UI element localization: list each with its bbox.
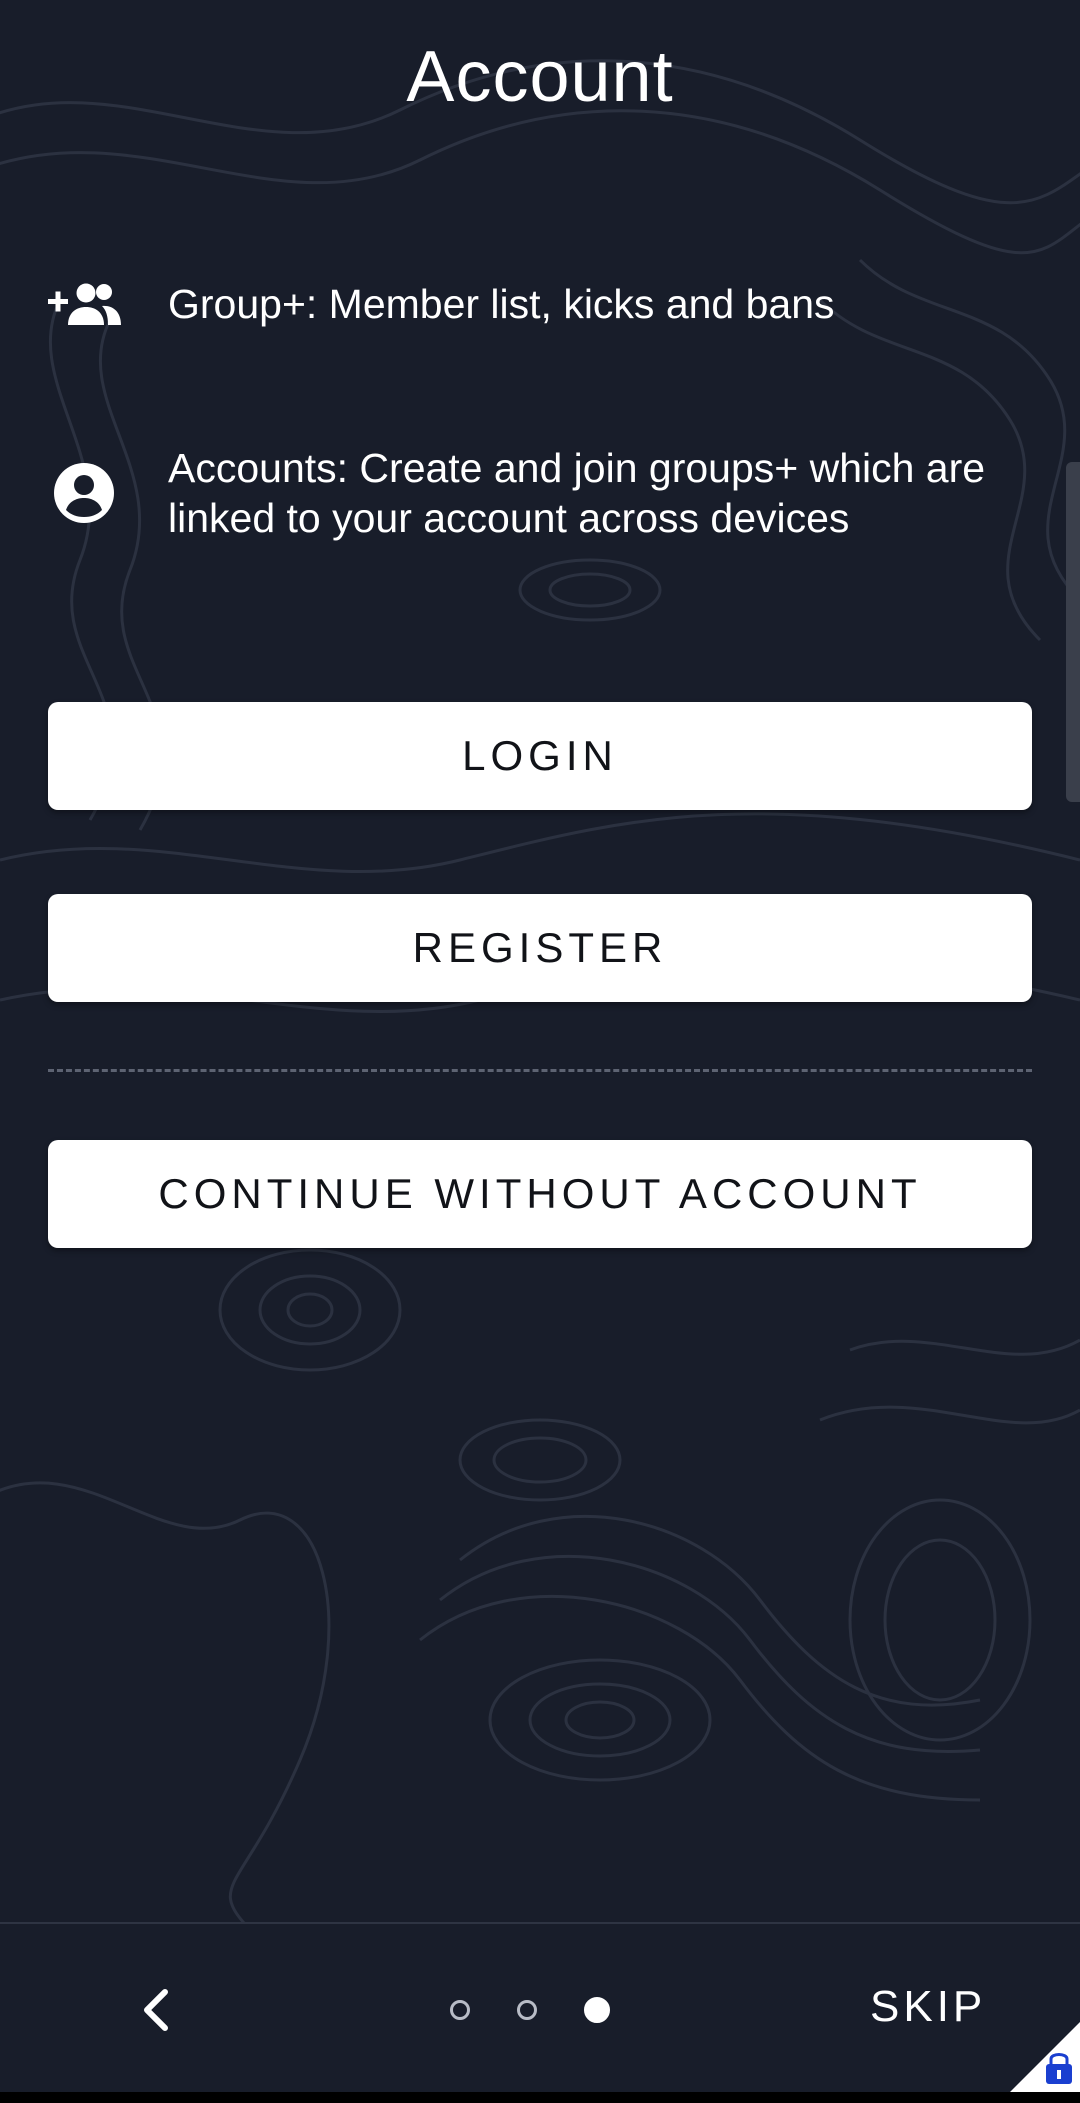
feature-text-accounts: Accounts: Create and join groups+ which … (168, 445, 986, 541)
group-add-icon (46, 266, 122, 342)
feature-row-accounts: Accounts: Create and join groups+ which … (0, 438, 1080, 548)
back-button[interactable] (130, 1984, 182, 2036)
continue-without-account-button[interactable]: CONTINUE WITHOUT ACCOUNT (48, 1140, 1032, 1248)
chevron-left-icon (144, 1989, 168, 2031)
page-indicator (450, 1997, 610, 2023)
register-button[interactable]: REGISTER (48, 894, 1032, 1002)
lock-badge-icon (1010, 2022, 1080, 2092)
login-button[interactable]: LOGIN (48, 702, 1032, 810)
page-dot-3-active[interactable] (584, 1997, 610, 2023)
scrollbar[interactable] (1066, 462, 1080, 802)
bottom-navigation-bar: SKIP (0, 1922, 1080, 2094)
page-dot-1[interactable] (450, 2000, 470, 2020)
system-nav-strip (0, 2092, 1080, 2103)
divider (48, 1069, 1032, 1072)
page-dot-2[interactable] (517, 2000, 537, 2020)
feature-row-group-plus: Group+: Member list, kicks and bans (0, 264, 1080, 344)
feature-text-group-plus: Group+: Member list, kicks and bans (168, 281, 835, 327)
page-title: Account (406, 37, 674, 117)
account-circle-icon (46, 455, 122, 531)
skip-button[interactable]: SKIP (870, 1982, 986, 2032)
